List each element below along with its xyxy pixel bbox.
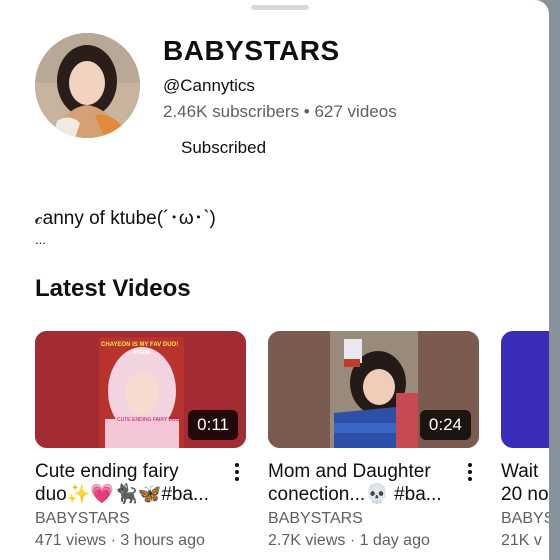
more-vert-icon[interactable] [230,461,244,483]
video-title-line: Mom and Daughter [268,461,431,482]
video-meta: 21K v [501,532,542,549]
video-title-line: duo✨💗🐈‍⬛🦋#ba... [35,484,209,505]
drag-handle[interactable] [251,5,309,10]
video-title-line: Wait [501,461,539,482]
video-title[interactable]: Wait 20 no [501,460,549,506]
video-meta: 2.7K views · 1 day ago [268,532,430,549]
video-card[interactable]: 0:24 Mom and Daughter conection...💀 #ba.… [268,331,479,552]
video-meta: 471 views · 3 hours ago [35,532,205,549]
video-title-line: 20 no [501,484,549,505]
video-thumbnail[interactable]: CHAYEON IS MY FAV DUO! AYEON CUTE ENDING… [35,331,246,448]
video-channel: BABYSTARS [268,510,363,527]
video-thumbnail[interactable] [501,331,549,448]
section-title: Latest Videos [35,275,191,302]
channel-bottom-sheet: BABYSTARS @Cannytics 2.46K subscribers •… [0,0,549,560]
subscribed-button[interactable]: Subscribed [163,132,284,164]
more-vert-icon[interactable] [463,461,477,483]
channel-name: BABYSTARS [163,35,340,66]
channel-description[interactable]: 𝒸anny of ktube(´･ω･`) [35,203,216,230]
video-duration: 0:11 [188,410,238,440]
thumb-banner-text: CHAYEON IS MY FAV DUO! [101,342,179,348]
thumb-caption-text: CUTE ENDING FAIRY DUO [117,417,180,423]
video-title-line: conection...💀 #ba... [268,484,442,505]
video-card[interactable]: Wait 20 no BABYS 21K v [501,331,549,552]
video-title-line: Cute ending fairy [35,461,179,482]
avatar[interactable] [35,33,140,138]
thumb-name-text: AYEON [133,350,151,356]
video-duration: 0:24 [419,410,471,440]
video-card[interactable]: CHAYEON IS MY FAV DUO! AYEON CUTE ENDING… [35,331,246,552]
video-channel: BABYSTARS [35,510,130,527]
description-more[interactable]: ... [35,232,46,247]
video-channel: BABYS [501,510,549,527]
channel-stats: 2.46K subscribers • 627 videos [163,102,397,121]
video-title[interactable]: Mom and Daughter conection...💀 #ba... [268,460,456,506]
video-thumbnail[interactable]: 0:24 [268,331,479,448]
video-title[interactable]: Cute ending fairy duo✨💗🐈‍⬛🦋#ba... [35,460,223,506]
channel-handle: @Cannytics [163,76,255,95]
